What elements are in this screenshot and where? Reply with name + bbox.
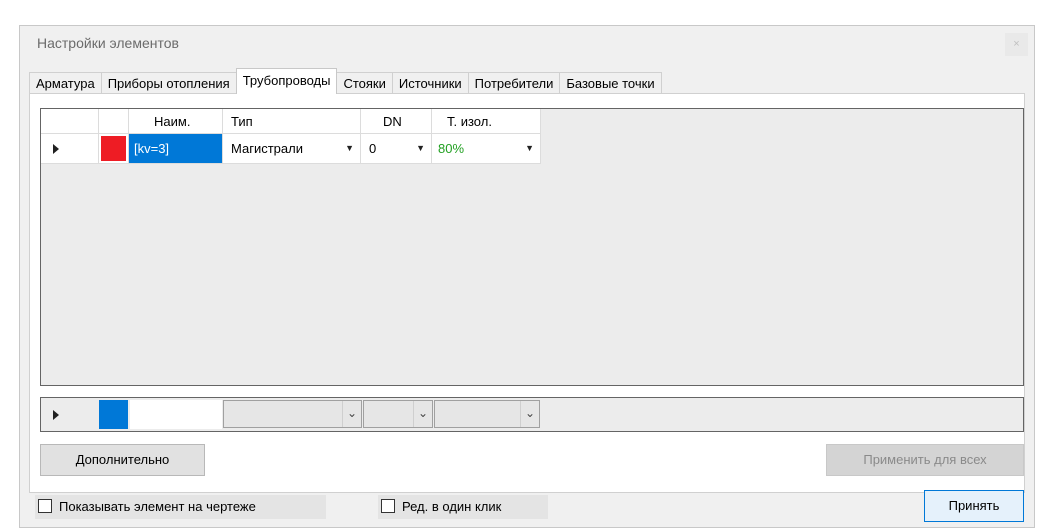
checkbox-label: Ред. в один клик: [402, 499, 502, 514]
tab-risers[interactable]: Стояки: [336, 72, 393, 94]
chevron-down-icon[interactable]: ▼: [416, 134, 425, 163]
show-on-drawing-checkbox[interactable]: Показывать элемент на чертеже: [35, 495, 326, 519]
new-row-editor[interactable]: ⌄ ⌄ ⌄: [40, 397, 1024, 432]
chevron-down-icon[interactable]: ⌄: [342, 401, 361, 427]
new-type-combo[interactable]: ⌄: [223, 400, 362, 428]
chevron-down-icon[interactable]: ▼: [345, 134, 354, 163]
tab-armatura[interactable]: Арматура: [29, 72, 102, 94]
name-column-header[interactable]: Наим.: [129, 109, 223, 134]
tab-pipelines[interactable]: Трубопроводы: [235, 68, 338, 94]
insulation-cell[interactable]: 80% ▼: [432, 134, 541, 164]
dialog-title: Настройки элементов: [37, 35, 179, 51]
type-column-header[interactable]: Тип: [223, 109, 361, 134]
accept-button[interactable]: Принять: [924, 490, 1024, 522]
checkbox-label: Показывать элемент на чертеже: [59, 499, 256, 514]
one-click-edit-checkbox[interactable]: Ред. в один клик: [378, 495, 548, 519]
insulation-column-header[interactable]: Т. изол.: [432, 109, 541, 134]
settings-dialog: Настройки элементов × Арматура Приборы о…: [19, 25, 1035, 528]
tab-consumers[interactable]: Потребители: [467, 72, 561, 94]
checkbox-box[interactable]: [381, 499, 395, 513]
apply-all-button[interactable]: Применить для всех: [826, 444, 1024, 476]
chevron-down-icon[interactable]: ▼: [525, 134, 534, 163]
tab-base-points[interactable]: Базовые точки: [559, 72, 662, 94]
dn-value: 0: [369, 141, 377, 156]
tab-strip: Арматура Приборы отопления Трубопроводы …: [29, 68, 662, 94]
type-value: Магистрали: [231, 141, 303, 156]
name-cell[interactable]: [kv=3]: [129, 134, 223, 164]
close-button[interactable]: ×: [1005, 33, 1028, 56]
dn-cell[interactable]: 0 ▼: [361, 134, 432, 164]
chevron-down-icon[interactable]: ⌄: [520, 401, 539, 427]
type-cell[interactable]: Магистрали ▼: [223, 134, 361, 164]
color-column-header: [99, 109, 129, 134]
tab-sources[interactable]: Источники: [391, 72, 469, 94]
triangle-right-icon: [53, 410, 59, 420]
tab-heating-devices[interactable]: Приборы отопления: [100, 72, 237, 94]
row-pointer-cell[interactable]: [41, 134, 99, 164]
row-header-column: [41, 109, 99, 134]
dn-column-header[interactable]: DN: [361, 109, 432, 134]
triangle-right-icon: [53, 144, 59, 154]
pipelines-grid[interactable]: Наим. Тип DN Т. изол. [kv=3] Магистрали …: [40, 108, 1024, 386]
insulation-value: 80%: [438, 141, 465, 156]
new-insulation-combo[interactable]: ⌄: [434, 400, 540, 428]
new-name-field[interactable]: [130, 400, 222, 429]
new-color-swatch[interactable]: [99, 400, 128, 429]
color-swatch: [101, 136, 126, 161]
color-cell[interactable]: [99, 134, 129, 164]
additional-button[interactable]: Дополнительно: [40, 444, 205, 476]
chevron-down-icon[interactable]: ⌄: [413, 401, 432, 427]
checkbox-box[interactable]: [38, 499, 52, 513]
new-dn-combo[interactable]: ⌄: [363, 400, 433, 428]
